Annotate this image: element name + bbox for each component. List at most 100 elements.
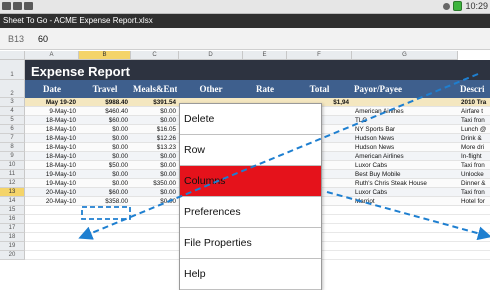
corner-cell[interactable]: [0, 51, 25, 60]
context-menu[interactable]: Delete Row Columns Preferences File Properti…: [179, 103, 322, 290]
row-header-2[interactable]: 2: [0, 80, 25, 98]
debug-icon: [24, 2, 33, 10]
row-header-16[interactable]: 16: [0, 215, 25, 224]
row-header-8[interactable]: 8: [0, 143, 25, 152]
table-cell[interactable]: Drink &: [458, 134, 490, 143]
table-cell[interactable]: $0.00: [79, 143, 131, 152]
table-cell[interactable]: $460.40: [79, 107, 131, 116]
column-header-e[interactable]: E: [243, 51, 287, 60]
table-cell[interactable]: $0.00: [131, 152, 179, 161]
table-cell[interactable]: 19-May-10: [25, 179, 79, 188]
table-cell[interactable]: $12.26: [131, 134, 179, 143]
row-header-17[interactable]: 17: [0, 224, 25, 233]
table-cell[interactable]: 2010 Tra: [458, 98, 490, 107]
table-cell[interactable]: $0.00: [79, 125, 131, 134]
table-cell[interactable]: $391.54: [131, 98, 179, 107]
table-cell[interactable]: 19-May-10: [25, 170, 79, 179]
table-cell[interactable]: $0.00: [79, 152, 131, 161]
row-header-6[interactable]: 6: [0, 125, 25, 134]
column-header-d[interactable]: D: [179, 51, 243, 60]
row-header-12[interactable]: 12: [0, 179, 25, 188]
table-cell[interactable]: $0.00: [131, 170, 179, 179]
table-cell[interactable]: $50.00: [79, 161, 131, 170]
row-header-5[interactable]: 5: [0, 116, 25, 125]
table-cell[interactable]: 18-May-10: [25, 143, 79, 152]
row-header-19[interactable]: 19: [0, 242, 25, 251]
table-cell[interactable]: $60.00: [79, 116, 131, 125]
row-header-10[interactable]: 10: [0, 161, 25, 170]
column-header-g[interactable]: G: [352, 51, 458, 60]
table-cell[interactable]: American Airlines: [352, 107, 458, 116]
table-cell[interactable]: Taxi fron: [458, 188, 490, 197]
row-header-15[interactable]: 15: [0, 206, 25, 215]
column-header-a[interactable]: A: [25, 51, 79, 60]
header-cell: Rate: [256, 84, 274, 94]
row-header-9[interactable]: 9: [0, 152, 25, 161]
row-header-18[interactable]: 18: [0, 233, 25, 242]
table-cell[interactable]: Airfare t: [458, 107, 490, 116]
table-cell[interactable]: More dri: [458, 143, 490, 152]
table-cell[interactable]: 18-May-10: [25, 125, 79, 134]
table-cell[interactable]: $0.00: [131, 116, 179, 125]
menu-item-columns[interactable]: Columns: [180, 166, 321, 197]
table-cell[interactable]: Dinner &: [458, 179, 490, 188]
column-header-f[interactable]: F: [287, 51, 352, 60]
table-cell[interactable]: 18-May-10: [25, 161, 79, 170]
cell-value[interactable]: 60: [38, 34, 48, 44]
table-cell[interactable]: $350.00: [131, 179, 179, 188]
table-cell[interactable]: $0.00: [131, 161, 179, 170]
table-cell[interactable]: 20-May-10: [25, 188, 79, 197]
table-cell[interactable]: May 19-20: [25, 98, 79, 107]
table-cell[interactable]: $13.23: [131, 143, 179, 152]
table-cell[interactable]: $988.40: [79, 98, 131, 107]
table-cell[interactable]: 9-May-10: [25, 107, 79, 116]
table-cell[interactable]: Hudson News: [352, 143, 458, 152]
table-cell[interactable]: $358.00: [79, 197, 131, 206]
table-cell[interactable]: Lunch @: [458, 125, 490, 134]
table-cell[interactable]: Hotel for: [458, 197, 490, 206]
table-cell[interactable]: 18-May-10: [25, 116, 79, 125]
row-header-20[interactable]: 20: [0, 251, 25, 260]
table-cell[interactable]: $0.00: [131, 107, 179, 116]
row-header-14[interactable]: 14: [0, 197, 25, 206]
table-cell[interactable]: $0.00: [79, 179, 131, 188]
menu-item-preferences[interactable]: Preferences: [180, 197, 321, 228]
table-cell[interactable]: NY Sports Bar: [352, 125, 458, 134]
row-header-4[interactable]: 4: [0, 107, 25, 116]
table-cell[interactable]: American Airlines: [352, 152, 458, 161]
table-cell[interactable]: $16.05: [131, 125, 179, 134]
table-cell[interactable]: $0.00: [79, 170, 131, 179]
table-cell[interactable]: Luxor Cabs: [352, 188, 458, 197]
table-cell[interactable]: 18-May-10: [25, 152, 79, 161]
table-cell[interactable]: Hudson News: [352, 134, 458, 143]
table-cell[interactable]: $0.00: [79, 134, 131, 143]
column-header-c[interactable]: C: [131, 51, 179, 60]
row-header-3[interactable]: 3: [0, 98, 25, 107]
table-cell[interactable]: Luxor Cabs: [352, 161, 458, 170]
table-cell[interactable]: TLC: [352, 116, 458, 125]
row-header-7[interactable]: 7: [0, 134, 25, 143]
table-cell[interactable]: Best Buy Mobile: [352, 170, 458, 179]
table-cell[interactable]: [352, 98, 458, 107]
table-cell[interactable]: 18-May-10: [25, 134, 79, 143]
menu-item-file-properties[interactable]: File Properties: [180, 228, 321, 259]
table-cell[interactable]: $0.00: [131, 197, 179, 206]
row-header-11[interactable]: 11: [0, 170, 25, 179]
row-header-13[interactable]: 13: [0, 188, 25, 197]
table-cell[interactable]: Taxi fron: [458, 116, 490, 125]
table-cell[interactable]: Taxi fron: [458, 161, 490, 170]
row-header-1[interactable]: 1: [0, 60, 25, 80]
column-header-b[interactable]: B: [79, 51, 131, 60]
table-cell[interactable]: $60.00: [79, 188, 131, 197]
menu-item-help[interactable]: Help: [180, 259, 321, 290]
formula-bar[interactable]: B13 60: [0, 28, 490, 50]
table-cell[interactable]: 20-May-10: [25, 197, 79, 206]
table-cell[interactable]: $0.00: [131, 188, 179, 197]
usb-icon: [13, 2, 22, 10]
menu-item-row[interactable]: Row: [180, 135, 321, 166]
table-cell[interactable]: Marriot: [352, 197, 458, 206]
menu-item-delete[interactable]: Delete: [180, 104, 321, 135]
table-cell[interactable]: Ruth's Chris Steak House: [352, 179, 458, 188]
table-cell[interactable]: Unlocke: [458, 170, 490, 179]
table-cell[interactable]: In-flight: [458, 152, 490, 161]
